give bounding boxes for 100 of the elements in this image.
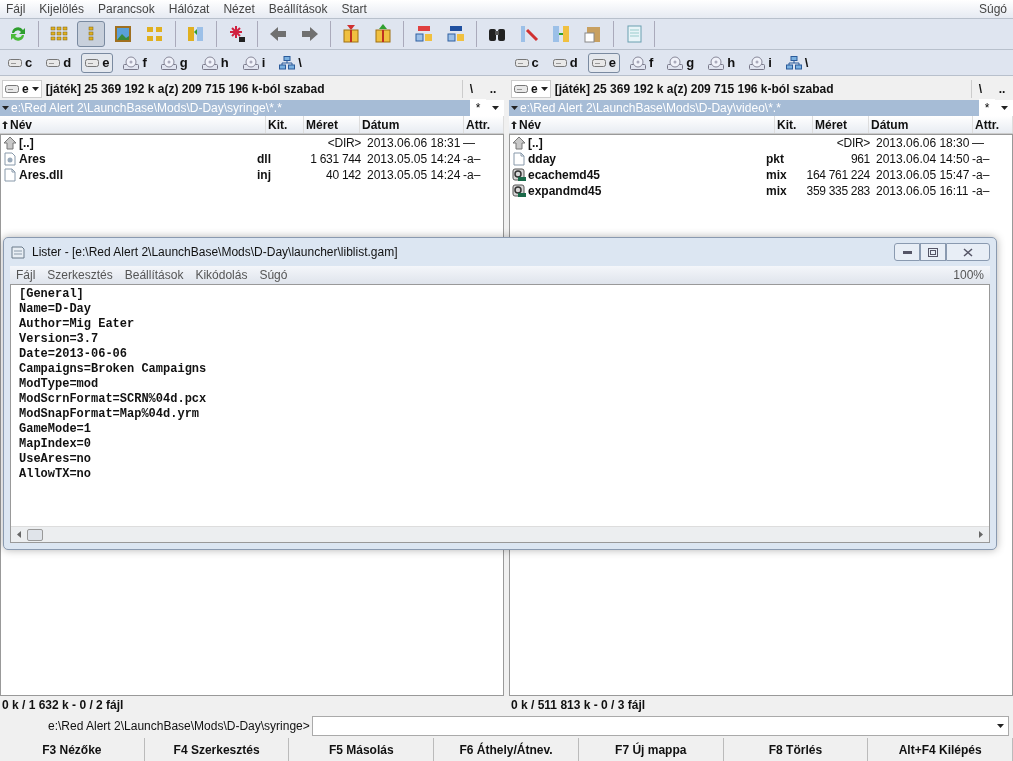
- column-header[interactable]: Méret: [304, 116, 360, 133]
- maximize-button[interactable]: [920, 243, 946, 261]
- path-caret-icon: [511, 106, 518, 110]
- menu-item[interactable]: Beállítások: [124, 266, 184, 284]
- column-header[interactable]: Kit.: [775, 116, 813, 133]
- hard-drive-icon: [46, 57, 61, 68]
- column-header[interactable]: Dátum: [869, 116, 973, 133]
- menu-item[interactable]: Kikódolás: [195, 266, 248, 284]
- hard-drive-icon: [5, 84, 19, 94]
- menu-item[interactable]: Kijelölés: [39, 0, 85, 18]
- menu-item[interactable]: Súgó: [259, 266, 288, 284]
- filter-button[interactable]: *: [470, 99, 486, 117]
- file-name: Ares.dll: [19, 167, 63, 184]
- menu-item[interactable]: Start: [341, 0, 367, 18]
- close-button[interactable]: [946, 243, 990, 261]
- column-header[interactable]: Dátum: [360, 116, 464, 133]
- file-row[interactable]: Ares dll 1 631 744 2013.05.05 14:24 -a–: [1, 151, 503, 167]
- column-header[interactable]: Kit.: [266, 116, 304, 133]
- sort-arrow-icon: [2, 120, 8, 129]
- drive-button[interactable]: \: [781, 52, 813, 73]
- back-arrow-icon: [268, 24, 288, 44]
- column-header[interactable]: Attr.: [973, 116, 1013, 133]
- menu-item[interactable]: Parancsok: [98, 0, 155, 18]
- window-title: Lister - [e:\Red Alert 2\LaunchBase\Mods\D-Day\launcher\liblist.gam]: [32, 244, 398, 261]
- parent-button[interactable]: ..: [484, 80, 502, 98]
- dropdown-caret-icon: [540, 87, 548, 91]
- column-header[interactable]: Méret: [813, 116, 869, 133]
- hard-drive-icon: [8, 57, 22, 68]
- column-header[interactable]: Név: [0, 116, 266, 133]
- drive-button[interactable]: g: [156, 52, 192, 73]
- drive-button[interactable]: f: [625, 52, 658, 73]
- file-extension: dll: [257, 152, 271, 166]
- network-icon: [279, 55, 296, 70]
- history-caret-icon: [491, 106, 499, 110]
- drive-button[interactable]: i: [745, 52, 776, 73]
- menu-item[interactable]: Súgó: [978, 0, 1007, 18]
- up-folder-icon: [512, 136, 526, 150]
- text-line: ModType=mod: [19, 377, 100, 392]
- compare-icon: [551, 24, 571, 44]
- column-header[interactable]: Attr.: [464, 116, 504, 133]
- menu-item[interactable]: Szerkesztés: [47, 266, 113, 284]
- file-size: 961: [850, 152, 870, 166]
- minimize-icon: [902, 250, 912, 254]
- horizontal-scrollbar[interactable]: [11, 526, 989, 542]
- file-name: dday: [528, 151, 556, 168]
- filter-button[interactable]: *: [979, 99, 995, 117]
- file-row[interactable]: [..] <DIR> 2013.06.06 18:31 —: [1, 135, 503, 151]
- drive-button[interactable]: g: [663, 52, 699, 73]
- cd-drive-icon: [123, 55, 140, 70]
- file-attributes: -a–: [972, 152, 990, 166]
- status-text: 0 k / 511 813 k - 0 / 3 fájl: [511, 697, 646, 714]
- drive-button[interactable]: d: [42, 52, 76, 73]
- drive-button[interactable]: e: [81, 52, 114, 73]
- file-icon: [3, 168, 17, 182]
- file-row[interactable]: Ares.dll inj 40 142 2013.05.05 14:24 -a–: [1, 167, 503, 183]
- menu-item[interactable]: Hálózat: [168, 0, 210, 18]
- menu-item[interactable]: Fájl: [16, 266, 36, 284]
- column-header[interactable]: Név: [509, 116, 775, 133]
- file-date: 2013.06.04 14:50: [876, 152, 970, 166]
- file-row[interactable]: dday pkt 961 2013.06.04 14:50 -a–: [510, 151, 1012, 167]
- drive-button[interactable]: c: [4, 52, 37, 73]
- file-extension: inj: [257, 168, 271, 182]
- free-space-label: [játék] 25 369 192 k a(z) 209 715 196 k-ból szabad: [554, 81, 834, 98]
- root-button[interactable]: \: [462, 80, 480, 98]
- cd-drive-icon: [629, 55, 646, 70]
- drive-button[interactable]: h: [704, 52, 740, 73]
- file-row[interactable]: ecachemd45 mix 164 761 224 2013.06.05 15:47 -a–: [510, 167, 1012, 183]
- drive-button[interactable]: \: [275, 52, 306, 73]
- status-text: 0 k / 1 632 k - 0 / 2 fájl: [2, 697, 124, 714]
- text-line: AllowTX=no: [19, 467, 92, 482]
- file-name: [..]: [528, 135, 543, 152]
- file-row[interactable]: [..] <DIR> 2013.06.06 18:30 —: [510, 135, 1012, 151]
- drive-dropdown[interactable]: e: [511, 80, 551, 98]
- command-line-field[interactable]: [311, 716, 1009, 736]
- file-size: 359 335 283: [806, 184, 870, 198]
- image-icon: [113, 24, 133, 44]
- hard-drive-icon: [85, 57, 100, 68]
- archive-file-icon: [512, 184, 526, 198]
- drive-button[interactable]: i: [238, 52, 270, 73]
- text-line: ModScrnFormat=SCRN%04d.pcx: [19, 392, 208, 407]
- file-row[interactable]: expandmd45 mix 359 335 283 2013.06.05 16:11 -a–: [510, 183, 1012, 199]
- drive-dropdown[interactable]: e: [2, 80, 42, 98]
- hard-drive-icon: [591, 57, 606, 68]
- drive-button[interactable]: e: [587, 52, 620, 73]
- path-text: e:\Red Alert 2\LaunchBase\Mods\D-Day\syringe\*.*: [11, 100, 283, 117]
- parent-button[interactable]: ..: [993, 80, 1011, 98]
- scroll-thumb[interactable]: [27, 528, 43, 541]
- menu-item[interactable]: Nézet: [223, 0, 255, 18]
- cd-drive-icon: [160, 55, 177, 70]
- drive-button[interactable]: f: [119, 52, 151, 73]
- cd-drive-icon: [708, 55, 725, 70]
- drive-button[interactable]: d: [548, 52, 582, 73]
- package-icon: [373, 24, 393, 44]
- menu-item[interactable]: Beállítások: [268, 0, 328, 18]
- minimize-button[interactable]: [894, 243, 920, 261]
- drive-button[interactable]: h: [197, 52, 233, 73]
- drive-button[interactable]: c: [510, 52, 543, 73]
- menu-item[interactable]: Fájl: [6, 0, 26, 18]
- root-button[interactable]: \: [971, 80, 989, 98]
- text-line: UseAres=no: [19, 452, 92, 467]
